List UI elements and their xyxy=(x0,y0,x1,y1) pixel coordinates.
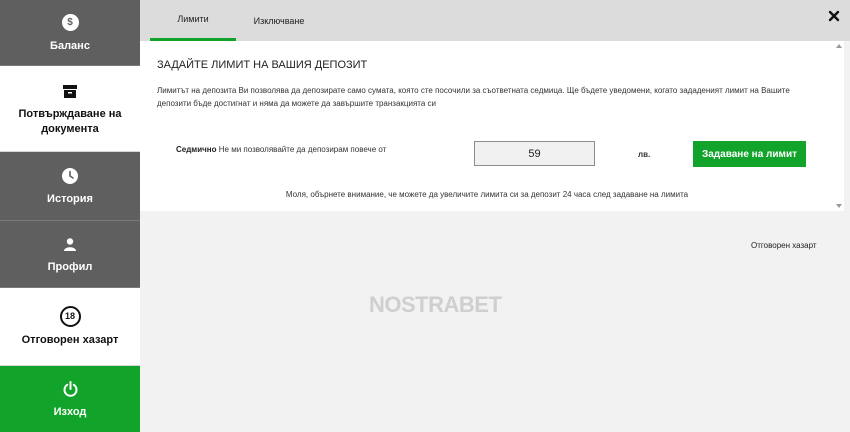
user-icon xyxy=(64,233,76,255)
dollar-icon: $ xyxy=(61,12,79,34)
scrollbar[interactable] xyxy=(834,41,844,211)
sidebar-item-profile[interactable]: Профил xyxy=(0,221,140,288)
tab-limits[interactable]: Лимити xyxy=(150,0,236,41)
scroll-up-arrow-icon[interactable] xyxy=(836,44,842,48)
scroll-down-arrow-icon[interactable] xyxy=(836,204,842,208)
sidebar-item-label: Баланс xyxy=(50,39,90,52)
sidebar-item-balance[interactable]: $ Баланс xyxy=(0,0,140,66)
sidebar-item-label: История xyxy=(47,193,93,205)
tab-bar: Лимити Изключване xyxy=(140,0,850,41)
sidebar-item-label: Потвърждаване на документа xyxy=(18,108,122,135)
sidebar-item-logout[interactable]: Изход xyxy=(0,366,140,432)
archive-box-icon xyxy=(63,80,77,102)
close-icon[interactable] xyxy=(827,9,841,23)
period-label: Седмично xyxy=(176,145,217,154)
page-title: ЗАДАЙТЕ ЛИМИТ НА ВАШИЯ ДЕПОЗИТ xyxy=(157,59,368,71)
watermark-logo: NOSTRABET xyxy=(369,292,502,317)
weekly-limit-label: Седмично Не ми позволявайте да депозирам… xyxy=(176,145,386,154)
age-18-icon: 18 xyxy=(59,306,81,328)
sidebar-item-responsible-gambling[interactable]: 18 Отговорен хазарт xyxy=(0,288,140,366)
sidebar: $ Баланс Потвърждаване на документа Исто… xyxy=(0,0,140,432)
deposit-limit-panel: ЗАДАЙТЕ ЛИМИТ НА ВАШИЯ ДЕПОЗИТ Лимитът н… xyxy=(140,41,834,211)
currency-label: лв. xyxy=(638,150,651,159)
sidebar-item-label: Отговорен хазарт xyxy=(21,333,119,346)
limit-note: Моля, обърнете внимание, че можете да ув… xyxy=(285,190,689,199)
sidebar-item-label: Изход xyxy=(53,406,87,418)
limit-text: Не ми позволявайте да депозирам повече о… xyxy=(218,145,387,154)
sidebar-item-document-verification[interactable]: Потвърждаване на документа xyxy=(0,66,140,152)
set-limit-button[interactable]: Задаване на лимит xyxy=(693,141,806,167)
power-icon xyxy=(63,378,78,400)
sidebar-item-history[interactable]: История xyxy=(0,152,140,221)
limit-description: Лимитът на депозита Ви позволява да депо… xyxy=(157,86,790,108)
limit-amount-input[interactable] xyxy=(474,141,595,166)
sidebar-item-label: Профил xyxy=(47,261,93,273)
clock-icon xyxy=(62,165,78,187)
responsible-gambling-link[interactable]: Отговорен хазарт xyxy=(751,241,817,250)
main-content: Лимити Изключване ЗАДАЙТЕ ЛИМИТ НА ВАШИЯ… xyxy=(140,0,850,432)
tab-exclusion[interactable]: Изключване xyxy=(236,0,322,41)
